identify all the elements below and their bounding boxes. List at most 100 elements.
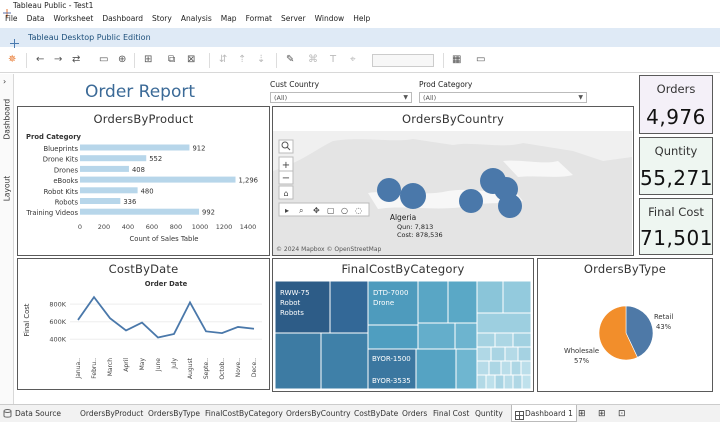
clear-sheet-icon[interactable]: ⊠	[187, 54, 195, 66]
labels-icon[interactable]: T	[330, 54, 336, 66]
menu-worksheet[interactable]: Worksheet	[53, 12, 93, 26]
treemap-cell[interactable]	[476, 312, 532, 334]
tab-orders-by-type[interactable]: OrdersByType	[145, 405, 203, 422]
redo-icon[interactable]: →	[54, 54, 62, 66]
kpi-card-orders[interactable]: Orders 4,976	[639, 75, 713, 134]
presentation-icon[interactable]: ▭	[476, 54, 485, 66]
treemap-cell[interactable]	[488, 360, 502, 376]
kpi-card-final-cost[interactable]: Final Cost 71,501	[639, 198, 713, 255]
menu-help[interactable]: Help	[353, 12, 370, 26]
new-worksheet-icon[interactable]: ⊞	[578, 409, 588, 419]
expand-chevron-icon[interactable]: ›	[3, 77, 6, 86]
rect-select-icon[interactable]: ▢	[327, 206, 335, 215]
bar[interactable]	[80, 155, 147, 162]
menu-data[interactable]: Data	[27, 12, 45, 26]
treemap-cell[interactable]	[485, 374, 496, 389]
treemap-cell[interactable]	[476, 360, 490, 376]
show-cards-icon[interactable]: ▦	[452, 54, 461, 66]
treemap-cell[interactable]	[520, 360, 532, 376]
group-icon[interactable]: ⌘	[308, 54, 318, 66]
tab-dashboard-1[interactable]: Dashboard 1	[511, 405, 577, 422]
tab-layout[interactable]: Layout	[3, 170, 12, 208]
orders-by-product-chart[interactable]: Prod Category Blueprints 912 Drone Kits 552 D…	[18, 119, 268, 254]
undo-icon[interactable]: ←	[36, 54, 44, 66]
treemap-cell[interactable]	[512, 374, 523, 389]
play-icon[interactable]: ▸	[285, 206, 289, 215]
panel-orders-by-type[interactable]: OrdersByType Retail 43% Wholesale 57%	[537, 258, 713, 392]
bar[interactable]	[80, 144, 190, 151]
tab-orders-by-country[interactable]: OrdersByCountry	[283, 405, 354, 422]
menu-server[interactable]: Server	[281, 12, 306, 26]
treemap-cell[interactable]	[367, 324, 419, 350]
treemap-cell[interactable]	[447, 281, 478, 324]
treemap-cell[interactable]	[503, 374, 514, 389]
swap-rows-icon[interactable]: ⇵	[219, 54, 227, 66]
treemap-cell[interactable]	[490, 346, 506, 362]
country-bubble[interactable]	[400, 183, 426, 209]
treemap-cell[interactable]	[512, 332, 532, 348]
sort-desc-icon[interactable]: ⇣	[257, 54, 265, 66]
pan-icon[interactable]: ✥	[313, 206, 320, 215]
treemap-cell[interactable]	[504, 346, 519, 362]
treemap-cell[interactable]	[275, 332, 322, 389]
swap-icon[interactable]: ⇄	[72, 54, 80, 66]
treemap-cell[interactable]	[494, 374, 505, 389]
treemap-cell[interactable]	[494, 332, 514, 348]
tab-dashboard[interactable]: Dashboard	[3, 99, 12, 140]
new-story-icon[interactable]: ⊡	[618, 409, 628, 419]
treemap[interactable]: RWW-75 Robot Robots DTD-7000 Drone BYOR-…	[275, 281, 533, 389]
radial-select-icon[interactable]: ○	[341, 206, 348, 215]
treemap-cell[interactable]	[476, 346, 492, 362]
treemap-cell[interactable]	[502, 281, 532, 314]
filter-category-select[interactable]: (All) ▼	[419, 92, 587, 103]
fit-dropdown[interactable]	[372, 54, 434, 67]
treemap-cell[interactable]	[417, 322, 456, 350]
menu-dashboard[interactable]: Dashboard	[102, 12, 143, 26]
orders-by-type-pie[interactable]: Retail 43% Wholesale 57%	[538, 277, 710, 389]
zoom-area-icon[interactable]: ⌕	[299, 206, 303, 215]
treemap-cell[interactable]	[517, 346, 532, 362]
panel-final-cost-by-category[interactable]: FinalCostByCategory RWW-75 Robot Robots …	[272, 258, 534, 392]
treemap-cell[interactable]	[455, 348, 478, 389]
country-bubble[interactable]	[377, 178, 401, 202]
treemap-cell[interactable]	[417, 281, 449, 324]
tab-quntity[interactable]: Quntity	[472, 405, 506, 422]
bar[interactable]	[80, 176, 236, 183]
menu-story[interactable]: Story	[152, 12, 172, 26]
tab-data-source[interactable]: Data Source	[12, 405, 64, 422]
tab-cost-by-date[interactable]: CostByDate	[351, 405, 401, 422]
tab-orders[interactable]: Orders	[399, 405, 430, 422]
treemap-cell[interactable]	[476, 281, 504, 314]
country-map[interactable]: Algeria Qun: 7,813 Cost: 878,536 © 2024 …	[273, 131, 632, 255]
tab-orders-by-product[interactable]: OrdersByProduct	[77, 405, 146, 422]
treemap-cell[interactable]	[320, 332, 369, 389]
new-dashboard-icon[interactable]: ⊞	[598, 409, 608, 419]
bar[interactable]	[80, 198, 121, 204]
new-worksheet-icon[interactable]: ⊞	[144, 54, 152, 66]
cost-by-date-chart[interactable]: Order Date 400K 600K 800K Final Cost Janua.. F…	[18, 275, 268, 389]
menu-map[interactable]: Map	[221, 12, 237, 26]
highlight-icon[interactable]: ✎	[286, 54, 294, 66]
sort-asc-icon[interactable]: ⇡	[238, 54, 246, 66]
new-datasource-icon[interactable]: ⊕	[118, 54, 126, 66]
series-line[interactable]	[77, 295, 255, 339]
fix-axes-icon[interactable]: ⌖	[350, 54, 356, 66]
treemap-cell[interactable]	[329, 281, 369, 334]
treemap-cell[interactable]	[521, 374, 532, 389]
treemap-cell[interactable]	[476, 332, 496, 348]
bar[interactable]	[80, 208, 200, 215]
treemap-cell[interactable]	[510, 360, 522, 376]
treemap-cell[interactable]	[415, 348, 457, 389]
country-bubble[interactable]	[498, 194, 522, 218]
menu-format[interactable]: Format	[246, 12, 272, 26]
filter-country-select[interactable]: (All) ▼	[270, 92, 412, 103]
bar[interactable]	[80, 165, 129, 172]
save-icon[interactable]: ▭	[99, 54, 108, 66]
panel-orders-by-country[interactable]: OrdersByCountry Algeria Qun: 7,813 Cost:…	[272, 106, 634, 256]
bar[interactable]	[80, 187, 138, 194]
menu-file[interactable]: File	[5, 12, 18, 26]
tab-final-cost[interactable]: Final Cost	[430, 405, 472, 422]
lasso-icon[interactable]: ◌	[355, 206, 362, 215]
menu-window[interactable]: Window	[315, 12, 345, 26]
panel-orders-by-product[interactable]: OrdersByProduct Prod Category Blueprints 9…	[17, 106, 270, 256]
